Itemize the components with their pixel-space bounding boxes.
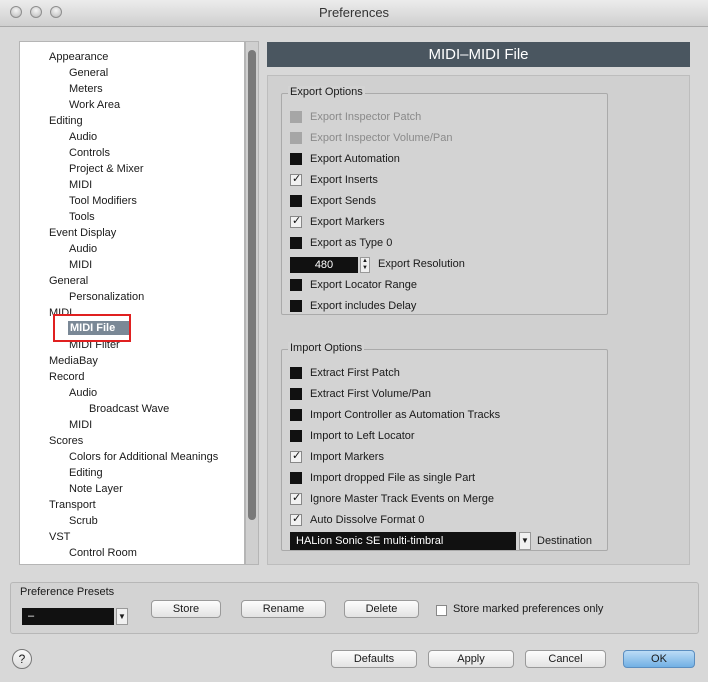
option-checkbox[interactable] xyxy=(290,409,302,421)
tree-item[interactable]: Record xyxy=(49,370,84,384)
tree-item[interactable]: MediaBay xyxy=(49,354,98,368)
export-options-group: Export Options Export Inspector Patch Exp… xyxy=(281,86,608,315)
option-checkbox[interactable] xyxy=(290,512,302,526)
option-checkbox[interactable] xyxy=(290,214,302,228)
tree-item[interactable]: Note Layer xyxy=(69,482,123,496)
tree-item[interactable]: Control Room xyxy=(69,546,137,560)
option-label: Ignore Master Track Events on Merge xyxy=(310,493,495,505)
tree-item[interactable]: Work Area xyxy=(69,98,120,112)
store-marked-checkbox[interactable] xyxy=(436,605,447,616)
title-bar: Preferences xyxy=(0,0,708,27)
option-checkbox[interactable] xyxy=(290,367,302,379)
option-label: Auto Dissolve Format 0 xyxy=(310,514,425,526)
tree-scrollbar[interactable] xyxy=(245,41,259,565)
option-label: Export Inserts xyxy=(310,174,378,186)
option-checkbox[interactable] xyxy=(290,472,302,484)
tree-item[interactable]: Broadcast Wave xyxy=(89,402,169,416)
tree-item[interactable]: General xyxy=(49,274,88,288)
tree-item[interactable]: Audio xyxy=(69,130,97,144)
help-button[interactable]: ? xyxy=(12,649,32,669)
import-options-list: Extract First Patch Extract First Volume/… xyxy=(290,361,600,550)
import-options-title: Import Options xyxy=(288,342,365,354)
tree-item[interactable]: Audio xyxy=(69,242,97,256)
rename-button[interactable]: Rename xyxy=(241,600,326,618)
tree-item[interactable]: Editing xyxy=(69,466,103,480)
tree-item[interactable]: Colors for Additional Meanings xyxy=(69,450,218,464)
option-label: Extract First Volume/Pan xyxy=(310,388,432,400)
option-checkbox[interactable] xyxy=(290,172,302,186)
page-title: MIDI–MIDI File xyxy=(267,42,690,67)
window-title: Preferences xyxy=(318,5,390,20)
option-label: Import dropped File as single Part xyxy=(310,472,476,484)
option-label: Export Sends xyxy=(310,195,377,207)
tree-item[interactable]: Project & Mixer xyxy=(69,162,144,176)
defaults-button[interactable]: Defaults xyxy=(331,650,417,668)
option-checkbox[interactable] xyxy=(290,279,302,291)
tree-item[interactable]: Tool Modifiers xyxy=(69,194,137,208)
export-resolution-field[interactable]: 480 xyxy=(290,257,358,273)
tree-item[interactable]: Tools xyxy=(69,210,95,224)
option-checkbox[interactable] xyxy=(290,491,302,505)
tree-item[interactable]: Personalization xyxy=(69,290,144,304)
tree-item[interactable]: MIDI xyxy=(69,418,92,432)
option-label: Export Markers xyxy=(310,216,385,228)
chevron-down-icon[interactable]: ▼ xyxy=(519,532,531,550)
tree-item[interactable]: Scores xyxy=(49,434,83,448)
option-label: Import Markers xyxy=(310,451,384,463)
option-checkbox[interactable] xyxy=(290,237,302,249)
tree-item[interactable]: Controls xyxy=(69,146,110,160)
chevron-down-icon[interactable]: ▼ xyxy=(116,608,128,625)
option-label: Extract First Patch xyxy=(310,367,400,379)
tree-item[interactable]: Editing xyxy=(49,114,83,128)
option-checkbox[interactable] xyxy=(290,195,302,207)
tree-scrollbar-thumb[interactable] xyxy=(248,50,256,520)
ok-button[interactable]: OK xyxy=(623,650,695,668)
store-button[interactable]: Store xyxy=(151,600,221,618)
option-checkbox[interactable] xyxy=(290,300,302,312)
preset-select[interactable]: – xyxy=(22,608,114,625)
preference-presets-group: Preference Presets – ▼ Store Rename Dele… xyxy=(10,582,699,634)
option-label: Export Inspector Patch xyxy=(310,111,422,123)
tree-item[interactable]: MIDI xyxy=(69,178,92,192)
tree-item[interactable]: VST xyxy=(49,530,70,544)
export-resolution-label: Export Resolution xyxy=(378,258,465,270)
option-label: Export Inspector Volume/Pan xyxy=(310,132,453,144)
import-options-group: Import Options Extract First Patch Extrac… xyxy=(281,342,608,551)
tree-item[interactable]: Meters xyxy=(69,82,103,96)
destination-select[interactable]: HALion Sonic SE multi-timbral xyxy=(290,532,516,550)
cancel-button[interactable]: Cancel xyxy=(525,650,606,668)
option-checkbox[interactable] xyxy=(290,449,302,463)
option-label: Import to Left Locator xyxy=(310,430,415,442)
option-checkbox[interactable] xyxy=(290,388,302,400)
export-options-list: Export Inspector Patch Export Inspector V… xyxy=(290,105,600,312)
tree-item[interactable]: Event Display xyxy=(49,226,116,240)
settings-panel: Export Options Export Inspector Patch Exp… xyxy=(267,75,690,565)
store-marked-label: Store marked preferences only xyxy=(453,603,604,615)
option-label: Export includes Delay xyxy=(310,300,417,312)
option-checkbox xyxy=(290,111,302,123)
option-label: Import Controller as Automation Tracks xyxy=(310,409,501,421)
apply-button[interactable]: Apply xyxy=(428,650,514,668)
preference-presets-title: Preference Presets xyxy=(20,586,115,598)
option-label: Export as Type 0 xyxy=(310,237,393,249)
resolution-stepper-icon[interactable]: ▲ ▼ xyxy=(360,257,370,273)
tree-item[interactable]: Appearance xyxy=(49,50,108,64)
option-label: Export Locator Range xyxy=(310,279,418,291)
tree-item[interactable]: Transport xyxy=(49,498,96,512)
tree-item[interactable]: General xyxy=(69,66,108,80)
tree-item[interactable]: Audio xyxy=(69,386,97,400)
delete-button[interactable]: Delete xyxy=(344,600,419,618)
option-checkbox[interactable] xyxy=(290,153,302,165)
export-options-title: Export Options xyxy=(288,86,365,98)
tree-item[interactable]: MIDI xyxy=(69,258,92,272)
tree-item[interactable]: Scrub xyxy=(69,514,98,528)
annotation-highlight-box xyxy=(53,314,131,342)
preferences-tree: Appearance General Meters Work Area Editing A… xyxy=(19,41,245,565)
option-checkbox[interactable] xyxy=(290,430,302,442)
destination-label: Destination xyxy=(537,535,593,547)
option-checkbox xyxy=(290,132,302,144)
option-label: Export Automation xyxy=(310,153,400,165)
